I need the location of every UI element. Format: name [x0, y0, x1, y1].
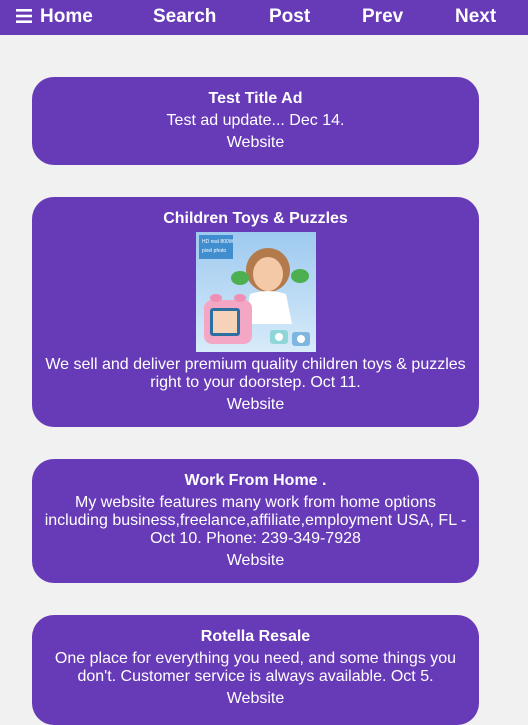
ad-website-link[interactable]: Website — [227, 690, 285, 708]
nav-search-link[interactable]: Search — [153, 0, 216, 35]
ad-description: One place for everything you need, and s… — [54, 650, 457, 685]
nav-post-link[interactable]: Post — [269, 0, 310, 35]
svg-text:pixel photo: pixel photo — [202, 248, 226, 254]
nav-home-link[interactable]: Home — [16, 0, 93, 35]
nav-next-link[interactable]: Next — [455, 0, 496, 35]
ad-title: Work From Home . — [184, 472, 327, 489]
nav-home-label: Home — [40, 6, 93, 27]
ad-website-link[interactable]: Website — [227, 134, 285, 152]
ad-card: Test Title Ad Test ad update... Dec 14. … — [32, 77, 479, 165]
ad-description: Test ad update... Dec 14. — [166, 112, 345, 129]
ad-website-link[interactable]: Website — [227, 396, 285, 414]
ad-website-link[interactable]: Website — [227, 552, 285, 570]
ad-product-image[interactable]: HD real 800W pixel photo — [195, 232, 316, 352]
top-navigation-bar: Home Search Post Prev Next — [0, 0, 528, 35]
ad-description: We sell and deliver premium quality chil… — [45, 356, 466, 391]
image-caption-text: HD real 800W — [202, 239, 234, 245]
ad-description: My website features many work from home … — [44, 494, 467, 547]
ad-card: Work From Home . My website features man… — [32, 459, 479, 583]
ad-card: Children Toys & Puzzles HD real 800W pix… — [32, 197, 479, 427]
ad-title: Test Title Ad — [208, 90, 303, 107]
ad-title: Rotella Resale — [200, 628, 311, 645]
hamburger-menu-icon — [16, 9, 32, 23]
nav-prev-link[interactable]: Prev — [362, 0, 403, 35]
ad-card: Rotella Resale One place for everything … — [32, 615, 479, 725]
ad-title: Children Toys & Puzzles — [163, 210, 348, 227]
